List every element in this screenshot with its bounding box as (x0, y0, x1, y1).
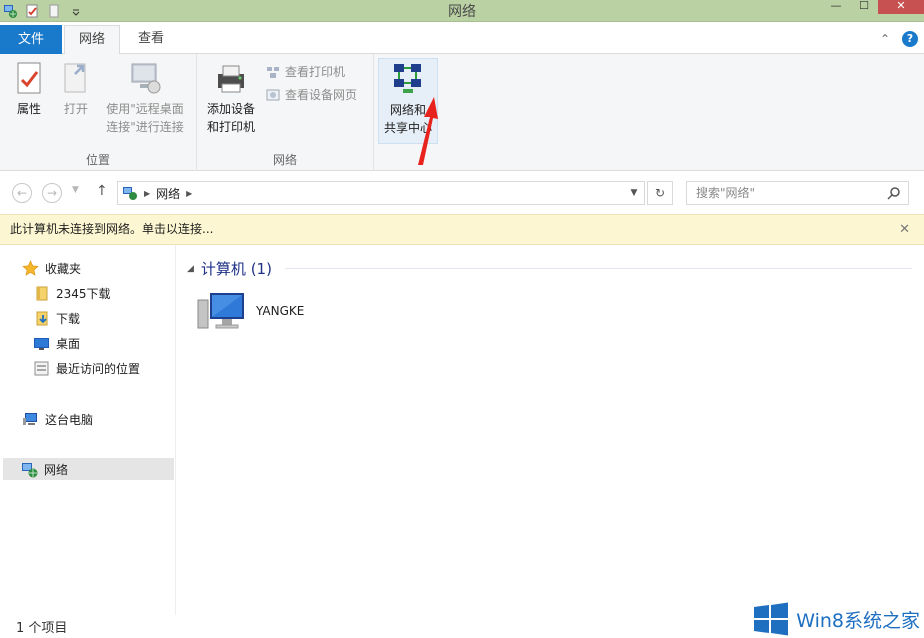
sidebar-item-this-pc[interactable]: 这台电脑 (22, 408, 93, 430)
search-placeholder: 搜索"网络" (696, 186, 756, 200)
network-group: 添加设备 和打印机 查看打印机 查看设备网页 网络 (197, 54, 374, 171)
search-input[interactable]: 搜索"网络" (686, 181, 909, 205)
search-icon[interactable] (887, 186, 901, 200)
file-list: ◢ 计算机 (1) YANGKE (177, 245, 924, 615)
computer-item-icon (197, 293, 244, 329)
watermark-text: Win8系统之家 (796, 609, 920, 632)
network-location-icon (123, 187, 137, 200)
tab-view[interactable]: 查看 (124, 25, 178, 55)
remote-desktop-button[interactable]: 使用"远程桌面 连接"进行连接 (100, 60, 190, 136)
view-device-webpage-button[interactable]: 查看设备网页 (265, 86, 357, 103)
tab-file[interactable]: 文件 (0, 25, 62, 54)
view-printers-button[interactable]: 查看打印机 (265, 63, 345, 80)
properties-button[interactable]: 属性 (10, 60, 48, 118)
list-item[interactable]: YANGKE (196, 290, 304, 332)
this-pc-label: 这台电脑 (45, 412, 94, 427)
help-icon[interactable]: ? (902, 31, 918, 47)
sidebar-label: 2345下载 (56, 286, 111, 301)
remote-desktop-label-2: 连接"进行连接 (106, 120, 184, 134)
ribbon-controls: ⌃ ? (880, 31, 918, 47)
computer-group-header[interactable]: ◢ 计算机 (1) (187, 258, 912, 279)
group-divider (284, 268, 912, 269)
printer-icon (218, 65, 244, 93)
add-devices-button[interactable]: 添加设备 和打印机 (203, 60, 259, 136)
sidebar-label: 桌面 (56, 336, 81, 351)
open-button[interactable]: 打开 (58, 60, 94, 118)
desktop-icon (34, 337, 49, 350)
properties-icon (17, 62, 41, 94)
breadcrumb-separator-icon[interactable]: ▶ (144, 189, 150, 198)
sidebar-label: 下载 (56, 311, 81, 326)
address-row: ← → ▼ ↑ ▶ 网络 ▶ ▼ ↻ 搜索"网络" (0, 171, 924, 214)
info-bar-message[interactable]: 此计算机未连接到网络。单击以连接... (10, 222, 213, 236)
close-button[interactable]: ✕ (878, 0, 924, 14)
breadcrumb-network[interactable]: 网络 (156, 185, 180, 202)
watermark: Win8系统之家 (752, 602, 920, 636)
minimize-button[interactable]: — (822, 0, 850, 14)
view-printers-icon (267, 66, 279, 78)
address-bar[interactable]: ▶ 网络 ▶ ▼ (117, 181, 645, 205)
title-bar: 网络 — ☐ ✕ (0, 0, 924, 22)
sidebar-item-network[interactable]: 网络 (3, 458, 174, 480)
remote-desktop-label-1: 使用"远程桌面 (106, 102, 184, 116)
network-group-label: 网络 (272, 153, 297, 167)
location-group: 属性 打开 使用"远程桌面 连接"进行连接 位置 (0, 54, 197, 171)
view-printers-label: 查看打印机 (285, 65, 346, 79)
breadcrumb-expand-icon[interactable]: ▶ (186, 189, 192, 198)
ribbon-tabs: 文件 网络 查看 ⌃ ? (0, 22, 924, 55)
maximize-button[interactable]: ☐ (850, 0, 878, 14)
open-label: 打开 (63, 102, 88, 116)
collapse-ribbon-icon[interactable]: ⌃ (880, 32, 890, 46)
network-info-bar[interactable]: 此计算机未连接到网络。单击以连接... ✕ (0, 214, 924, 245)
computer-icon (23, 412, 37, 425)
address-dropdown-icon[interactable]: ▼ (624, 188, 644, 198)
properties-label: 属性 (16, 102, 41, 116)
navigation-pane: 收藏夹 2345下载 下载 桌面 最近访问的位置 这台电脑 网络 (0, 245, 176, 615)
windows-logo-icon (754, 602, 789, 636)
sidebar-label: 最近访问的位置 (56, 361, 141, 376)
sidebar-item-desktop[interactable]: 桌面 (33, 332, 80, 354)
recent-places-icon (34, 361, 49, 375)
sidebar-item-recent-places[interactable]: 最近访问的位置 (33, 357, 140, 379)
location-group-label: 位置 (85, 153, 110, 167)
back-button[interactable]: ← (12, 183, 32, 203)
sidebar-item-favorites[interactable]: 收藏夹 (22, 257, 81, 279)
group-title: 计算机 (1) (200, 260, 272, 278)
device-webpage-icon (266, 89, 280, 100)
close-infobar-icon[interactable]: ✕ (899, 215, 910, 244)
computer-name: YANGKE (256, 304, 305, 318)
star-icon (22, 259, 39, 276)
up-button[interactable]: ↑ (96, 183, 108, 199)
favorites-label: 收藏夹 (45, 261, 82, 276)
ribbon: 属性 打开 使用"远程桌面 连接"进行连接 位置 添加设备 和打印机 查看打印机… (0, 54, 924, 171)
open-icon (64, 63, 86, 93)
downloads-folder-icon (36, 311, 48, 325)
network-nav-label: 网络 (44, 462, 69, 477)
add-devices-label-1: 添加设备 (206, 102, 255, 116)
sidebar-item-downloads[interactable]: 下载 (33, 307, 80, 329)
sidebar-item-2345-downloads[interactable]: 2345下载 (33, 282, 111, 304)
collapse-group-icon[interactable]: ◢ (187, 264, 194, 274)
window-controls: — ☐ ✕ (822, 0, 924, 14)
red-arrow-icon (418, 97, 438, 165)
refresh-button[interactable]: ↻ (647, 181, 673, 205)
recent-locations-icon[interactable]: ▼ (72, 185, 79, 195)
forward-button[interactable]: → (42, 183, 62, 203)
sharing-center-icon (394, 64, 421, 93)
view-device-webpage-label: 查看设备网页 (285, 88, 358, 102)
remote-desktop-icon (131, 63, 161, 94)
tab-network[interactable]: 网络 (64, 25, 120, 55)
item-count: 1 个项目 (16, 621, 68, 636)
window-title: 网络 (448, 4, 476, 20)
add-devices-label-2: 和打印机 (206, 120, 255, 134)
folder-icon (36, 286, 48, 300)
network-nav-icon (22, 462, 38, 477)
